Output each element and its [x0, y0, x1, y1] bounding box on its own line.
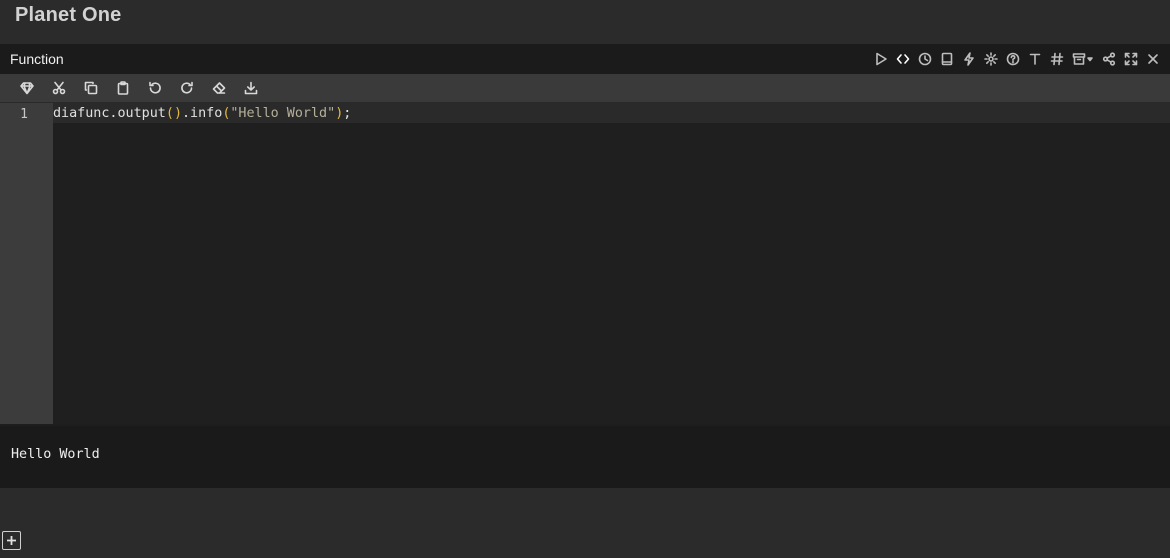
share-icon[interactable] [1098, 50, 1120, 68]
gear-icon[interactable] [980, 50, 1002, 68]
page-title: Planet One [15, 4, 122, 26]
run-icon[interactable] [870, 50, 892, 68]
output-text: Hello World [11, 447, 100, 462]
code-semicolon: ; [343, 106, 352, 121]
panel-title: Function [10, 51, 64, 67]
code-string: "Hello World" [230, 106, 336, 121]
add-button[interactable] [2, 531, 21, 550]
cut-icon[interactable] [43, 77, 75, 99]
code-paren-close: ) [173, 106, 182, 121]
function-panel: Function 1 diafunc.output().info("Hello … [0, 44, 1170, 488]
code-method: .info [182, 106, 223, 121]
lightning-icon[interactable] [958, 50, 980, 68]
paste-icon[interactable] [107, 77, 139, 99]
undo-icon[interactable] [139, 77, 171, 99]
header-toolbar [870, 50, 1164, 68]
text-icon[interactable] [1024, 50, 1046, 68]
book-icon[interactable] [936, 50, 958, 68]
line-number: 1 [20, 107, 28, 122]
line-gutter: 1 [0, 103, 53, 424]
copy-icon[interactable] [75, 77, 107, 99]
code-editor[interactable]: 1 diafunc.output().info("Hello World"); [0, 103, 1170, 424]
expand-icon[interactable] [1120, 50, 1142, 68]
plus-icon [7, 536, 16, 545]
panel-header: Function [0, 44, 1170, 74]
close-icon[interactable] [1142, 50, 1164, 68]
editor-toolbar [0, 74, 1170, 103]
code-ident: diafunc.output [53, 106, 166, 121]
hash-icon[interactable] [1046, 50, 1068, 68]
gem-icon[interactable] [11, 77, 43, 99]
code-line[interactable]: diafunc.output().info("Hello World"); [53, 106, 351, 121]
code-icon[interactable] [892, 50, 914, 68]
help-icon[interactable] [1002, 50, 1024, 68]
archive-dropdown-icon[interactable] [1068, 50, 1098, 68]
eraser-icon[interactable] [203, 77, 235, 99]
code-paren-open: ( [165, 106, 174, 121]
download-icon[interactable] [235, 77, 267, 99]
output-console: Hello World [0, 426, 1170, 488]
redo-icon[interactable] [171, 77, 203, 99]
history-icon[interactable] [914, 50, 936, 68]
